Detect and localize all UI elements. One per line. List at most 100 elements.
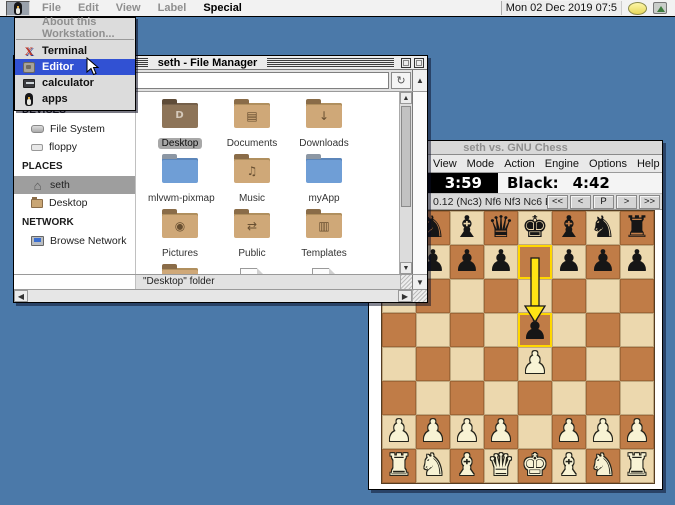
square-f7[interactable]: ♟: [552, 245, 586, 279]
square-c8[interactable]: ♝: [450, 211, 484, 245]
square-c2[interactable]: ♟: [450, 415, 484, 449]
folder-music[interactable]: ♫Music: [216, 156, 288, 211]
square-d8[interactable]: ♛: [484, 211, 518, 245]
square-d4[interactable]: [484, 347, 518, 381]
tux-logo-icon[interactable]: [6, 1, 30, 16]
folder-myapp[interactable]: myApp: [288, 156, 360, 211]
scrollbar-thumb[interactable]: [401, 106, 411, 207]
square-h6[interactable]: [620, 279, 654, 313]
chess-menu-view[interactable]: View: [433, 158, 457, 170]
folder-templates[interactable]: ▥Templates: [288, 211, 360, 266]
forward-end-button[interactable]: >>: [639, 195, 660, 209]
square-g2[interactable]: ♟: [586, 415, 620, 449]
menu-item-about-this-workstation-[interactable]: About this Workstation...: [15, 20, 135, 36]
forward-button[interactable]: >: [616, 195, 637, 209]
chess-menu-mode[interactable]: Mode: [467, 158, 495, 170]
yellow-indicator-icon[interactable]: [628, 2, 647, 15]
square-d6[interactable]: [484, 279, 518, 313]
square-b1[interactable]: ♞: [416, 449, 450, 483]
sidebar-item-browse-network[interactable]: Browse Network: [14, 232, 135, 250]
square-e4[interactable]: ♟: [518, 347, 552, 381]
square-f6[interactable]: [552, 279, 586, 313]
square-c7[interactable]: ♟: [450, 245, 484, 279]
square-a5[interactable]: [382, 313, 416, 347]
square-a1[interactable]: ♜: [382, 449, 416, 483]
refresh-icon[interactable]: ↻: [391, 72, 411, 89]
rewind-start-button[interactable]: <<: [547, 195, 568, 209]
menu-view[interactable]: View: [116, 2, 141, 14]
square-d2[interactable]: ♟: [484, 415, 518, 449]
sidebar-item-seth[interactable]: ⌂seth: [14, 176, 135, 194]
scroll-up-icon[interactable]: ▲: [400, 92, 412, 104]
resize-grip[interactable]: [400, 275, 412, 289]
file-partial[interactable]: [288, 266, 360, 274]
scroll-down-icon[interactable]: ▼: [412, 275, 427, 289]
pause-button[interactable]: P: [593, 195, 614, 209]
folder-downloads[interactable]: ↓Downloads: [288, 101, 360, 156]
square-b4[interactable]: [416, 347, 450, 381]
square-h5[interactable]: [620, 313, 654, 347]
square-e1[interactable]: ♚: [518, 449, 552, 483]
square-h3[interactable]: [620, 381, 654, 415]
square-e2[interactable]: [518, 415, 552, 449]
chess-menu-engine[interactable]: Engine: [545, 158, 579, 170]
menu-item-editor[interactable]: Editor: [15, 59, 135, 75]
square-e5[interactable]: ♟: [518, 313, 552, 347]
square-g6[interactable]: [586, 279, 620, 313]
square-c6[interactable]: [450, 279, 484, 313]
square-d5[interactable]: [484, 313, 518, 347]
menu-edit[interactable]: Edit: [78, 2, 99, 14]
square-g4[interactable]: [586, 347, 620, 381]
shade-button[interactable]: [401, 58, 411, 68]
square-e7[interactable]: [518, 245, 552, 279]
scrollbar-track[interactable]: [400, 104, 412, 262]
screenshot-tray-icon[interactable]: [653, 2, 667, 14]
square-g7[interactable]: ♟: [586, 245, 620, 279]
chess-menu-action[interactable]: Action: [504, 158, 535, 170]
corner-resize-grip[interactable]: [412, 290, 427, 302]
menu-item-terminal[interactable]: XTerminal: [15, 43, 135, 59]
icon-view-scrollbar[interactable]: ▲ ▼: [399, 92, 412, 274]
folder-documents[interactable]: ▤Documents: [216, 101, 288, 156]
scroll-right-icon[interactable]: ▶: [398, 290, 412, 302]
square-e3[interactable]: [518, 381, 552, 415]
menu-label[interactable]: Label: [158, 2, 187, 14]
square-g1[interactable]: ♞: [586, 449, 620, 483]
square-h1[interactable]: ♜: [620, 449, 654, 483]
square-c4[interactable]: [450, 347, 484, 381]
chess-menu-help[interactable]: Help: [637, 158, 660, 170]
square-g3[interactable]: [586, 381, 620, 415]
scroll-left-icon[interactable]: ◀: [14, 290, 28, 302]
folder-pictures[interactable]: ◉Pictures: [144, 211, 216, 266]
square-f4[interactable]: [552, 347, 586, 381]
back-button[interactable]: <: [570, 195, 591, 209]
horizontal-scrollbar[interactable]: ◀ ▶: [14, 289, 427, 302]
square-f3[interactable]: [552, 381, 586, 415]
square-g8[interactable]: ♞: [586, 211, 620, 245]
square-c1[interactable]: ♝: [450, 449, 484, 483]
menu-special[interactable]: Special: [203, 2, 242, 14]
square-f5[interactable]: [552, 313, 586, 347]
maximize-button[interactable]: [414, 58, 424, 68]
folder-desktop[interactable]: DDesktop: [144, 101, 216, 156]
menu-item-apps[interactable]: apps: [15, 91, 135, 107]
scroll-down-icon[interactable]: ▼: [400, 262, 412, 274]
menu-item-calculator[interactable]: calculator: [15, 75, 135, 91]
square-f8[interactable]: ♝: [552, 211, 586, 245]
sidebar-item-floppy[interactable]: floppy: [14, 138, 135, 156]
square-c3[interactable]: [450, 381, 484, 415]
window-scroll-track[interactable]: [412, 92, 427, 274]
square-f1[interactable]: ♝: [552, 449, 586, 483]
scroll-up-icon[interactable]: ▲: [412, 70, 427, 91]
square-g5[interactable]: [586, 313, 620, 347]
folder-public[interactable]: ⇄Public: [216, 211, 288, 266]
square-d3[interactable]: [484, 381, 518, 415]
square-h2[interactable]: ♟: [620, 415, 654, 449]
chess-menu-options[interactable]: Options: [589, 158, 627, 170]
square-e8[interactable]: ♚: [518, 211, 552, 245]
square-h8[interactable]: ♜: [620, 211, 654, 245]
icon-view[interactable]: DDesktop▤Documents↓Downloadsmlvwm-pixmap…: [136, 92, 399, 274]
sidebar-item-desktop[interactable]: Desktop: [14, 194, 135, 212]
square-b2[interactable]: ♟: [416, 415, 450, 449]
square-a3[interactable]: [382, 381, 416, 415]
